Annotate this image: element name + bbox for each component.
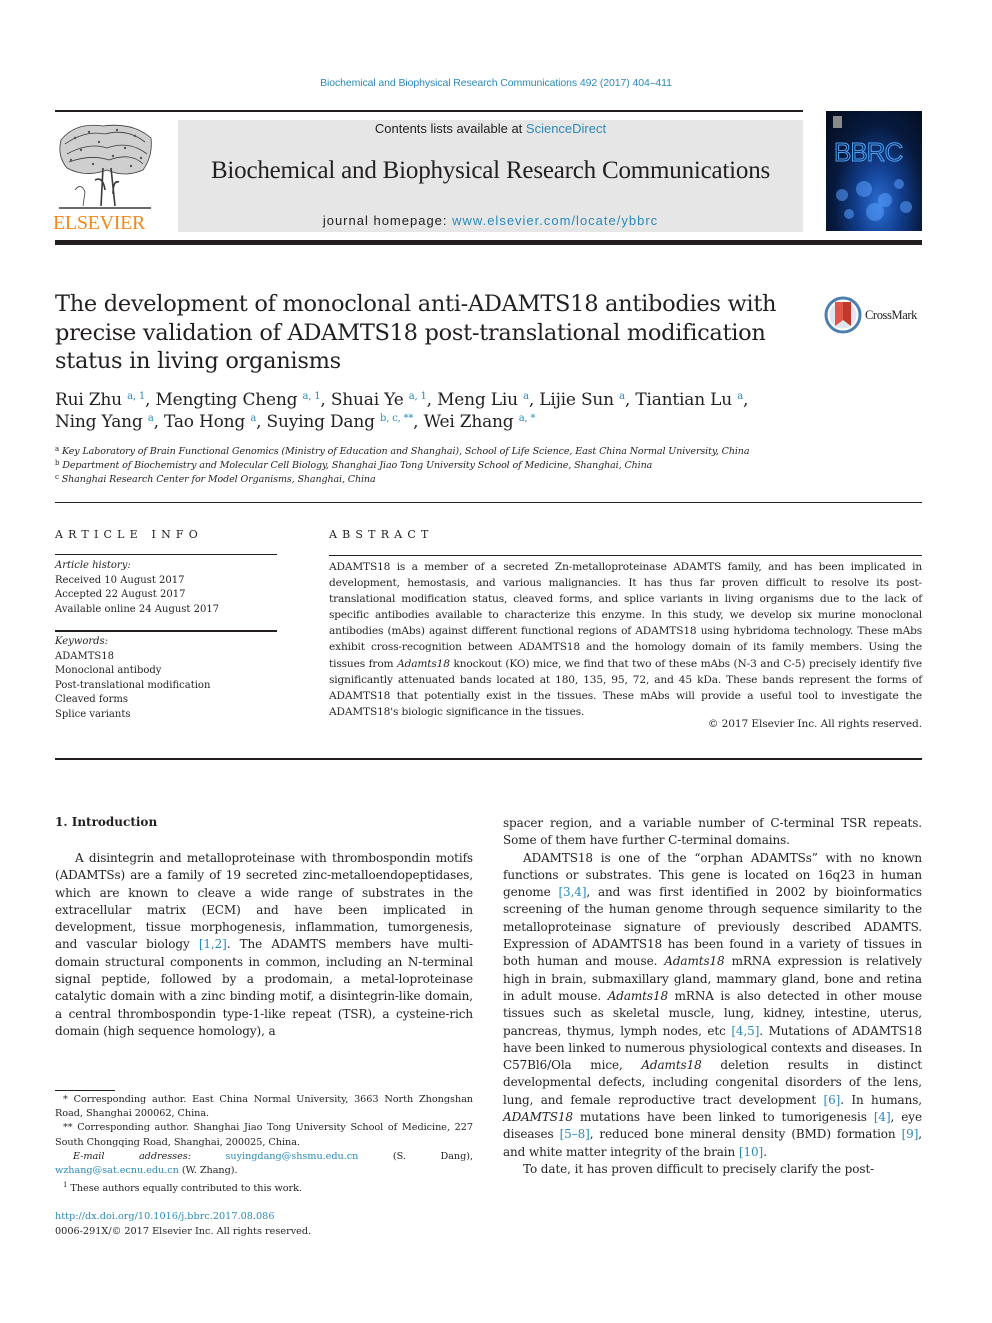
citation-link[interactable]: [5–8] — [560, 1127, 590, 1141]
footnote-emails: E-mail addresses: suyingdang@shsmu.edu.c… — [55, 1150, 473, 1177]
author-name[interactable]: Tao Hong — [164, 412, 245, 432]
section-heading-introduction: 1. Introduction — [55, 815, 158, 829]
article-title: The development of monoclonal anti-ADAMT… — [55, 291, 777, 374]
author-name[interactable]: Meng Liu — [437, 390, 518, 410]
cover-publisher-logo-icon — [833, 116, 842, 128]
paragraph: ADAMTS18 is one of the “orphan ADAMTSs” … — [503, 850, 923, 1159]
author-name[interactable]: Mengting Cheng — [155, 390, 297, 410]
contents-prefix: Contents lists available at — [374, 121, 526, 136]
history-accepted: Accepted 22 August 2017 — [55, 589, 186, 600]
footnotes: * Corresponding author. East China Norma… — [55, 1093, 473, 1197]
crossmark-button[interactable]: CrossMark — [824, 296, 924, 336]
author-affiliation-mark[interactable]: a, 1 — [127, 391, 145, 402]
history-received: Received 10 August 2017 — [55, 574, 185, 586]
author-affiliation-mark[interactable]: a — [737, 391, 743, 402]
keywords: Keywords: ADAMTS18 Monoclonal antibody P… — [55, 635, 277, 722]
author-affiliation-mark[interactable]: a — [250, 413, 256, 424]
article-history: Article history: Received 10 August 2017… — [55, 559, 277, 617]
divider — [55, 758, 922, 760]
author-name[interactable]: Tiantian Lu — [635, 390, 732, 410]
author-name[interactable]: Ning Yang — [55, 412, 143, 432]
citation-link[interactable]: [4,5] — [731, 1024, 759, 1038]
masthead-bottom-rule — [55, 240, 922, 245]
cover-title: BBRC — [833, 137, 903, 168]
footnote-equal-contribution: 1 These authors equally contributed to t… — [63, 1181, 302, 1195]
sciencedirect-link[interactable]: ScienceDirect — [526, 121, 606, 136]
history-label: Article history: — [55, 560, 131, 571]
issn-copyright: 0006-291X/© 2017 Elsevier Inc. All right… — [55, 1226, 312, 1237]
keyword-item: Monoclonal antibody — [55, 665, 162, 676]
divider — [55, 502, 922, 503]
citation-link[interactable]: [1,2] — [199, 937, 227, 951]
author-affiliation-mark[interactable]: b, c, ** — [380, 413, 413, 424]
author-name[interactable]: Shuai Ye — [331, 390, 404, 410]
author-affiliation-mark[interactable]: a, 1 — [409, 391, 427, 402]
doi-link[interactable]: http://dx.doi.org/10.1016/j.bbrc.2017.08… — [55, 1211, 274, 1222]
homepage-link[interactable]: www.elsevier.com/locate/ybbrc — [452, 213, 658, 228]
homepage-prefix: journal homepage: — [322, 213, 453, 228]
body-column-right: spacer region, and a variable number of … — [503, 815, 922, 1178]
author-affiliation-mark[interactable]: a, * — [519, 413, 536, 424]
body-column-left: A disintegrin and metalloproteinase with… — [55, 850, 473, 1040]
author-affiliation-mark[interactable]: a — [523, 391, 529, 402]
abstract-copyright: © 2017 Elsevier Inc. All rights reserved… — [707, 718, 922, 730]
divider — [55, 630, 277, 632]
footnote-corresponding-author-2: ** Corresponding author. Shanghai Jiao T… — [55, 1122, 473, 1148]
footnote-rule — [55, 1090, 115, 1091]
keyword-item: Cleaved forms — [55, 694, 128, 705]
affiliation-list: a Key Laboratory of Brain Functional Gen… — [55, 445, 855, 487]
divider — [329, 555, 922, 556]
crossmark-icon — [824, 296, 862, 334]
elsevier-wordmark: ELSEVIER — [53, 212, 146, 234]
affiliation-a: a Key Laboratory of Brain Functional Gen… — [55, 445, 750, 458]
contents-availability: Contents lists available at ScienceDirec… — [178, 121, 803, 136]
affiliation-c: c Shanghai Research Center for Model Org… — [55, 473, 376, 486]
author-name[interactable]: Rui Zhu — [55, 390, 122, 410]
history-online: Available online 24 August 2017 — [55, 603, 220, 615]
author-affiliation-mark[interactable]: a — [619, 391, 625, 402]
affiliation-b: b Department of Biochemistry and Molecul… — [55, 459, 653, 472]
abstract-text: ADAMTS18 is a member of a secreted Zn-me… — [329, 561, 922, 718]
keyword-item: Post-translational modification — [55, 679, 211, 691]
divider — [55, 554, 277, 555]
paragraph: A disintegrin and metalloproteinase with… — [55, 851, 473, 1038]
citation-link[interactable]: [6] — [824, 1093, 841, 1107]
author-name[interactable]: Wei Zhang — [424, 412, 514, 432]
keyword-item: ADAMTS18 — [55, 650, 114, 662]
citation-link[interactable]: [10] — [739, 1145, 763, 1159]
journal-homepage: journal homepage: www.elsevier.com/locat… — [178, 213, 803, 228]
abstract-heading: ABSTRACT — [329, 528, 434, 541]
paragraph: To date, it has proven difficult to prec… — [523, 1161, 875, 1176]
journal-citation-link[interactable]: Biochemical and Biophysical Research Com… — [0, 77, 992, 89]
masthead-top-rule — [55, 110, 803, 112]
crossmark-label: CrossMark — [865, 308, 917, 322]
citation-link[interactable]: [4] — [874, 1110, 891, 1124]
journal-title: Biochemical and Biophysical Research Com… — [210, 157, 771, 184]
journal-cover-image[interactable]: BBRC — [826, 111, 922, 231]
email-link-dang[interactable]: suyingdang@shsmu.edu.cn — [226, 1151, 359, 1162]
keyword-item: Splice variants — [55, 708, 131, 720]
author-name[interactable]: Lijie Sun — [539, 390, 614, 410]
footnote-corresponding-author-1: * Corresponding author. East China Norma… — [55, 1094, 473, 1120]
author-name[interactable]: Suying Dang — [267, 412, 375, 432]
paragraph: spacer region, and a variable number of … — [503, 816, 922, 848]
citation-link[interactable]: [3,4] — [558, 885, 586, 899]
keywords-label: Keywords: — [55, 636, 109, 647]
email-link-zhang[interactable]: wzhang@sat.ecnu.edu.cn — [55, 1165, 179, 1176]
author-affiliation-mark[interactable]: a, 1 — [303, 391, 321, 402]
article-info-heading: ARTICLE INFO — [55, 528, 203, 541]
author-affiliation-mark[interactable]: a — [148, 413, 154, 424]
author-list: Rui Zhu a, 1, Mengting Cheng a, 1, Shuai… — [55, 390, 749, 432]
citation-link[interactable]: [9] — [902, 1127, 919, 1141]
